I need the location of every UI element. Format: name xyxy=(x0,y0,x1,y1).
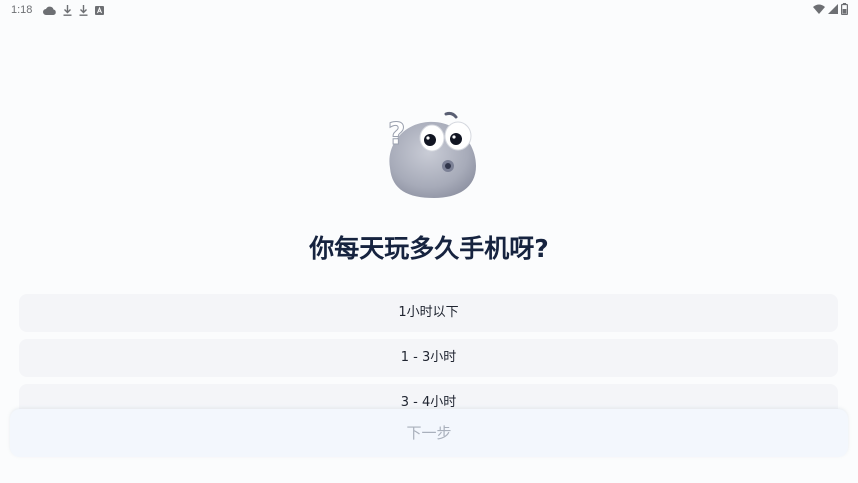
option-under-1-hour[interactable]: 1小时以下 xyxy=(19,294,838,332)
status-time: 1:18 xyxy=(11,4,33,16)
confused-mascot-illustration: ? xyxy=(380,106,480,202)
download-icon xyxy=(63,4,72,16)
download-icon xyxy=(79,4,88,16)
status-bar-right xyxy=(813,3,849,16)
option-label: 3 - 4小时 xyxy=(400,395,457,410)
next-button-label: 下一步 xyxy=(406,424,452,442)
option-1-to-3-hours[interactable]: 1 - 3小时 xyxy=(19,339,838,377)
cloud-icon xyxy=(43,6,57,15)
accessibility-a-icon xyxy=(95,5,105,15)
cell-signal-icon xyxy=(828,4,838,14)
wifi-icon xyxy=(813,4,825,14)
status-bar: 1:18 xyxy=(0,0,858,20)
option-label: 1小时以下 xyxy=(398,305,459,320)
app-screen: 1:18 ? 你每天玩多久手机呀? 1小时以下 1 - 3小时 3 - 4小时 … xyxy=(0,0,858,483)
corner-resize-mark xyxy=(0,476,6,483)
battery-icon xyxy=(841,3,849,16)
next-button[interactable]: 下一步 xyxy=(10,409,848,457)
status-bar-left: 1:18 xyxy=(11,4,105,16)
option-label: 1 - 3小时 xyxy=(400,350,457,365)
svg-text:?: ? xyxy=(388,117,405,152)
question-title: 你每天玩多久手机呀? xyxy=(309,234,549,263)
